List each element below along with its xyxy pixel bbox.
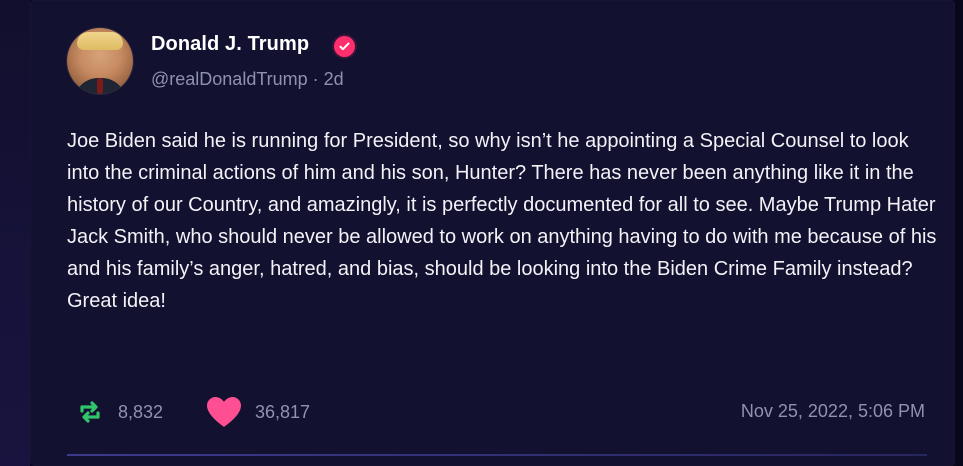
repost-icon: [80, 401, 100, 423]
post-timestamp[interactable]: Nov 25, 2022, 5:06 PM: [741, 401, 925, 422]
left-edge: [0, 0, 30, 466]
author-handle[interactable]: @realDonaldTrump: [151, 69, 308, 89]
author-name[interactable]: Donald J. Trump: [151, 33, 309, 56]
meta-separator: ·: [312, 69, 319, 89]
heart-icon: [207, 397, 241, 427]
like-action[interactable]: 36,817: [205, 395, 310, 429]
verified-badge-icon: [334, 36, 355, 57]
like-count: 36,817: [255, 401, 311, 422]
repost-action[interactable]: 8,832: [74, 395, 163, 429]
check-icon: [339, 42, 350, 51]
post-age: 2d: [323, 69, 344, 89]
post-bottom-divider: [67, 454, 927, 456]
avatar-tie-shape: [97, 78, 103, 94]
author-avatar[interactable]: [67, 28, 133, 94]
author-meta: @realDonaldTrump · 2d: [151, 69, 344, 90]
repost-count: 8,832: [118, 401, 164, 422]
post-text: Joe Biden said he is running for Preside…: [67, 130, 937, 312]
avatar-hair-shape: [77, 32, 123, 50]
